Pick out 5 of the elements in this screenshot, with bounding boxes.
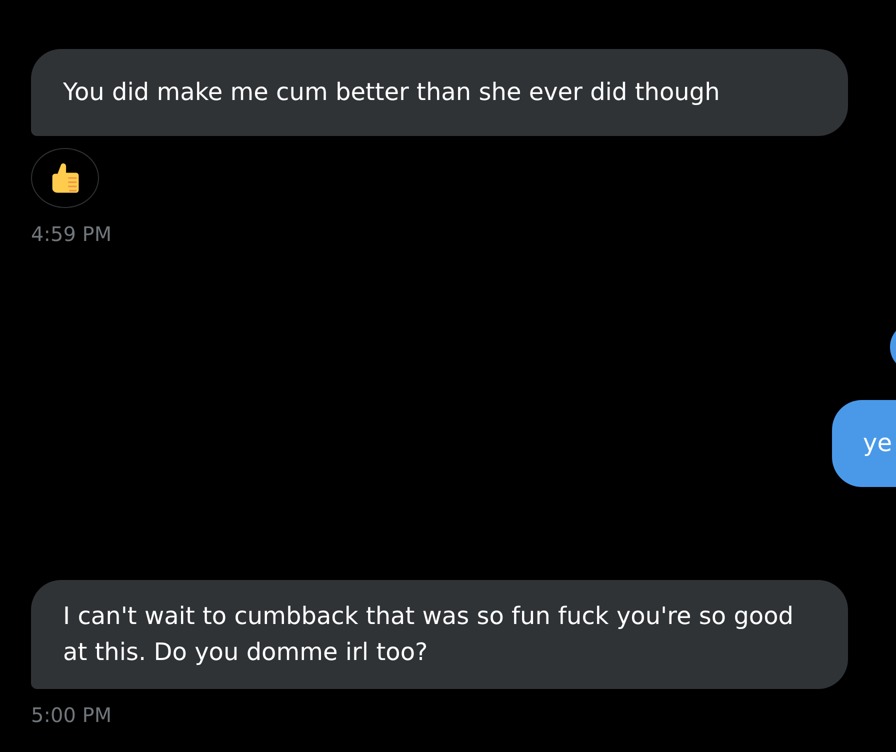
message-time: 5:00 PM <box>31 702 112 729</box>
message-bubble: ye <box>832 400 896 487</box>
message-bubble: I can't wait to cumbback that was so fun fuck you're so good at this. Do you domme irl too? <box>31 580 848 689</box>
message-bubble: You did make me cum better than she ever did though <box>31 49 848 136</box>
message-time: 4:59 PM <box>31 221 112 248</box>
